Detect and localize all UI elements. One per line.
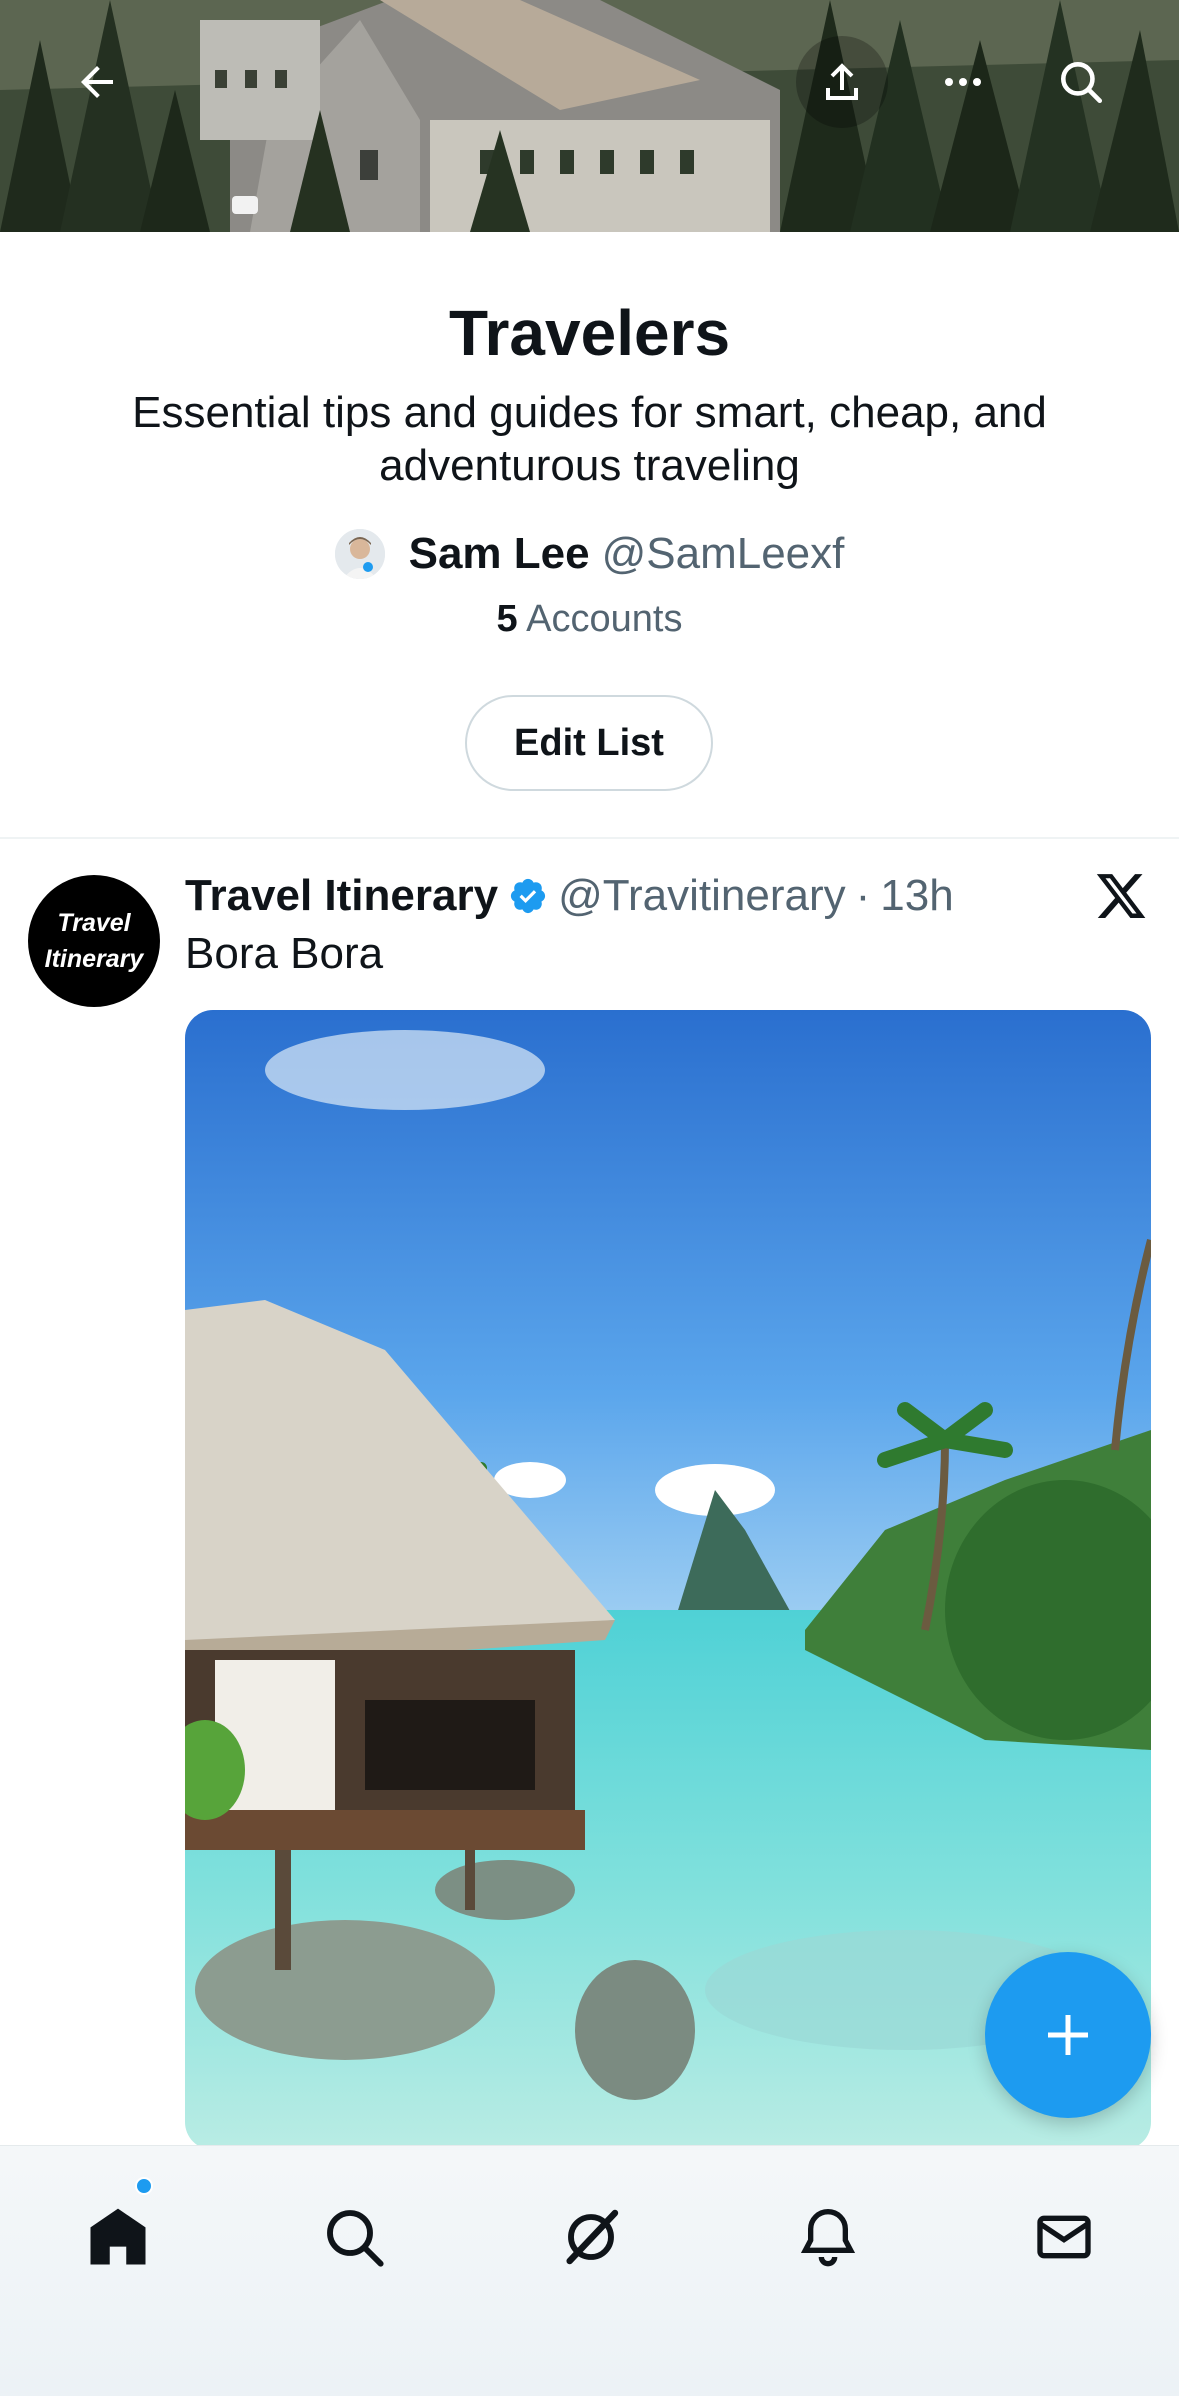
grok-icon xyxy=(566,2209,619,2265)
owner-name[interactable]: Sam Lee xyxy=(409,529,590,579)
accounts-label: Accounts xyxy=(526,598,683,640)
banner-image xyxy=(0,0,1179,232)
avatar-text-line1: Travel xyxy=(57,909,131,937)
nav-grok[interactable] xyxy=(536,2182,646,2292)
nav-search[interactable] xyxy=(299,2182,409,2292)
bottom-nav xyxy=(0,2145,1179,2396)
tweet-timestamp[interactable]: 13h xyxy=(880,871,953,921)
divider xyxy=(0,837,1179,839)
share-button[interactable] xyxy=(796,36,888,128)
nav-home[interactable] xyxy=(63,2182,173,2292)
tweet-separator: · xyxy=(855,871,871,920)
owner-handle[interactable]: @SamLeexf xyxy=(602,529,845,579)
avatar-text-line2: Itinerary xyxy=(44,945,144,973)
tweet-text: Bora Bora xyxy=(185,929,384,978)
accounts-number: 5 xyxy=(496,598,518,640)
nav-messages[interactable] xyxy=(1009,2182,1119,2292)
arrow-left-icon xyxy=(81,66,113,98)
compose-button[interactable] xyxy=(985,1952,1151,2118)
home-notification-badge xyxy=(135,2177,153,2195)
tweet-author-name[interactable]: Travel Itinerary xyxy=(185,871,498,921)
accounts-count[interactable]: 5 Accounts xyxy=(0,598,1179,641)
list-description: Essential tips and guides for smart, che… xyxy=(132,388,1047,490)
search-icon xyxy=(1061,62,1103,104)
list-banner xyxy=(0,0,1179,232)
more-button[interactable] xyxy=(917,36,1009,128)
plus-icon xyxy=(1048,2015,1088,2055)
list-title: Travelers xyxy=(448,297,731,369)
avatar-image xyxy=(334,529,385,579)
verified-badge-icon xyxy=(510,878,546,914)
more-dots-icon xyxy=(945,78,981,86)
back-button[interactable] xyxy=(51,36,143,128)
edit-list-button[interactable]: Edit List xyxy=(465,695,713,791)
messages-icon xyxy=(1037,2215,1091,2259)
tweet-header: Travel Itinerary @Travitinerary · 13h xyxy=(185,868,954,924)
tweet-author-handle[interactable]: @Travitinerary xyxy=(558,871,846,921)
list-owner[interactable]: Sam Lee @SamLeexf xyxy=(0,524,1179,584)
search-button[interactable] xyxy=(1035,36,1127,128)
nav-notifications[interactable] xyxy=(773,2182,883,2292)
share-icon xyxy=(826,63,858,100)
owner-avatar[interactable] xyxy=(334,529,385,579)
tweet-avatar[interactable]: Travel Itinerary xyxy=(28,875,160,1007)
x-logo-icon[interactable] xyxy=(1094,869,1148,923)
notifications-icon xyxy=(800,2208,856,2267)
search-icon xyxy=(327,2210,384,2267)
home-icon xyxy=(90,2208,146,2265)
